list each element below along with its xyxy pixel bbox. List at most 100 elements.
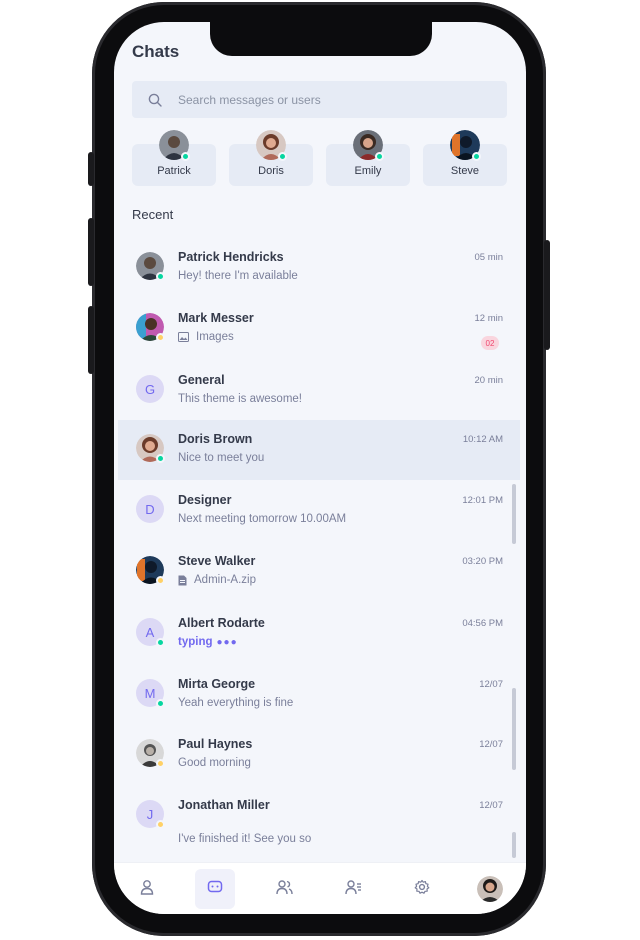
online-user-doris[interactable]: Doris <box>229 130 313 186</box>
chat-time: 12/07 <box>479 739 503 750</box>
online-status-dot <box>472 152 481 161</box>
online-user-emily[interactable]: Emily <box>326 130 410 186</box>
chat-message: Images <box>196 331 234 343</box>
chat-time: 12/07 <box>479 800 503 811</box>
online-status-dot <box>156 638 165 647</box>
avatar: D <box>136 495 164 523</box>
bottom-nav <box>114 862 526 914</box>
chat-message: Nice to meet you <box>178 452 265 464</box>
chat-item-patrick-hendricks[interactable]: Patrick Hendricks Hey! there I'm availab… <box>114 238 520 298</box>
online-status-dot <box>278 152 287 161</box>
scrollbar[interactable] <box>512 688 516 770</box>
phone-volume-up <box>88 218 94 286</box>
chat-time: 10:12 AM <box>462 434 503 445</box>
file-icon <box>178 575 187 586</box>
chat-message: Admin-A.zip <box>194 574 256 586</box>
unread-badge: 02 <box>481 336 499 350</box>
chat-name: Mark Messer <box>178 311 254 325</box>
avatar <box>159 130 190 161</box>
chat-preview: typing ●●● <box>178 636 238 648</box>
chat-preview: Hey! there I'm available <box>178 270 298 282</box>
avatar-initial: A <box>145 624 155 640</box>
online-users: Patrick Doris Emily Steve <box>132 130 507 186</box>
avatar: J <box>136 800 165 829</box>
chat-item-paul-haynes[interactable]: Paul Haynes Good morning 12/07 <box>114 725 520 785</box>
nav-groups[interactable] <box>264 869 304 909</box>
avatar <box>136 434 165 463</box>
chat-name: Designer <box>178 493 232 507</box>
chat-message: Yeah everything is fine <box>178 697 294 709</box>
phone-power-button <box>544 240 550 350</box>
scrollbar[interactable] <box>512 484 516 544</box>
chat-preview: This theme is awesome! <box>178 393 302 405</box>
search-input[interactable] <box>178 92 478 107</box>
image-icon <box>178 332 189 342</box>
phone-mute-switch <box>88 152 94 186</box>
online-user-steve[interactable]: Steve <box>423 130 507 186</box>
chat-time: 12:01 PM <box>462 495 503 506</box>
online-user-name: Emily <box>354 165 382 177</box>
away-status-dot <box>156 759 165 768</box>
scrollbar[interactable] <box>512 832 516 858</box>
away-status-dot <box>156 333 165 342</box>
nav-settings[interactable] <box>402 869 442 909</box>
chat-item-mirta-george[interactable]: M Mirta George Yeah everything is fine 1… <box>114 665 520 725</box>
nav-profile[interactable] <box>127 869 167 909</box>
group-icon <box>275 879 293 900</box>
profile-icon <box>139 879 155 900</box>
chat-item-doris-brown[interactable]: Doris Brown Nice to meet you 10:12 AM <box>118 420 520 480</box>
phone-notch <box>210 22 432 56</box>
chat-time: 05 min <box>474 252 503 263</box>
chat-time: 12/07 <box>479 679 503 690</box>
away-status-dot <box>156 576 165 585</box>
avatar: M <box>136 679 165 708</box>
online-status-dot <box>181 152 190 161</box>
chat-time: 03:20 PM <box>462 556 503 567</box>
chat-message: I've finished it! See you so <box>178 833 312 845</box>
avatar-initial: M <box>144 685 156 701</box>
online-user-name: Steve <box>450 165 480 177</box>
chat-name: Mirta George <box>178 677 256 691</box>
avatar: G <box>136 375 164 403</box>
typing-indicator-text: typing <box>178 636 213 648</box>
chat-item-mark-messer[interactable]: Mark Messer Images 12 min 02 <box>114 299 520 359</box>
chat-name: Albert Rodarte <box>178 616 265 630</box>
chat-item-designer[interactable]: D Designer Next meeting tomorrow 10.00AM… <box>114 481 520 541</box>
chat-item-steve-walker[interactable]: Steve Walker Admin-A.zip 03:20 PM <box>114 542 520 602</box>
chat-message: Good morning <box>178 757 251 769</box>
chat-name: General <box>178 373 225 387</box>
chat-name: Paul Haynes <box>178 737 253 751</box>
chat-time: 20 min <box>474 375 503 386</box>
chat-preview: Good morning <box>178 757 251 769</box>
search-icon <box>132 93 178 107</box>
chat-preview: Next meeting tomorrow 10.00AM <box>178 513 346 525</box>
avatar-initial: J <box>146 806 154 822</box>
page-title: Chats <box>132 42 180 61</box>
chat-message: This theme is awesome! <box>178 393 302 405</box>
chat-name: Steve Walker <box>178 554 256 568</box>
avatar <box>136 739 165 768</box>
chat-preview: Yeah everything is fine <box>178 697 293 709</box>
chat-item-albert-rodarte[interactable]: A Albert Rodarte typing ●●● 04:56 PM <box>114 604 520 664</box>
chat-preview: Admin-A.zip <box>178 574 256 586</box>
chat-name: Jonathan Miller <box>178 798 270 812</box>
nav-chats[interactable] <box>195 869 235 909</box>
nav-contacts[interactable] <box>333 869 373 909</box>
chat-name: Patrick Hendricks <box>178 250 284 264</box>
online-user-patrick[interactable]: Patrick <box>132 130 216 186</box>
chat-preview: Images <box>178 331 234 343</box>
chat-preview: Nice to meet you <box>178 452 264 464</box>
online-status-dot <box>375 152 384 161</box>
chat-time: 04:56 PM <box>462 618 503 629</box>
avatar <box>450 130 481 161</box>
settings-icon <box>414 879 430 900</box>
chat-icon <box>207 879 223 900</box>
chat-item-jonathan-miller[interactable]: J Jonathan Miller I've finished it! See … <box>114 786 520 846</box>
online-status-dot <box>156 272 165 281</box>
chat-item-general[interactable]: G General This theme is awesome! 20 min <box>114 361 520 421</box>
nav-user-avatar[interactable] <box>470 869 510 909</box>
avatar <box>136 556 165 585</box>
recent-heading: Recent <box>132 207 174 222</box>
chat-name: Doris Brown <box>178 432 253 446</box>
search-bar[interactable] <box>132 81 507 118</box>
